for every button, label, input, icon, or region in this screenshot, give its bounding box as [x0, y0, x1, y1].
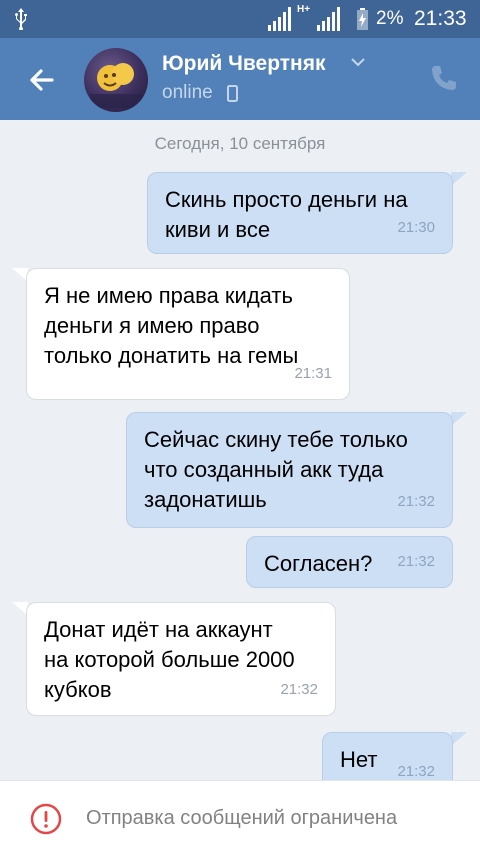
message-time: 21:32 [397, 763, 435, 780]
message-text-line: что созданный акк туда [144, 457, 384, 482]
message-text-line: на которой больше 2000 [44, 647, 295, 672]
back-arrow-icon[interactable] [22, 60, 62, 100]
bubble-tail [451, 412, 467, 426]
phone-call-icon[interactable] [428, 62, 460, 94]
message-time: 21:31 [294, 365, 332, 382]
avatar[interactable] [84, 48, 148, 112]
message-text-line: Сейчас скину тебе только [144, 427, 408, 452]
message-outgoing[interactable]: Скинь просто деньги на киви и все 21:30 [147, 172, 453, 254]
contact-name[interactable]: Юрий Чвертняк [162, 52, 326, 76]
message-time: 21:32 [397, 553, 435, 570]
network-type-label: H+ [297, 4, 311, 15]
signal-strength-icon [317, 7, 340, 31]
message-outgoing[interactable]: Нет 21:32 [322, 732, 453, 780]
message-outgoing[interactable]: Согласен? 21:32 [246, 536, 453, 588]
message-text-line: Я не имею права кидать [44, 283, 293, 308]
mobile-phone-icon [227, 85, 238, 102]
battery-percent: 2% [376, 8, 404, 29]
chevron-down-icon[interactable] [350, 56, 366, 68]
date-separator: Сегодня, 10 сентября [154, 134, 326, 153]
message-text-line: Скинь просто деньги на [165, 187, 408, 212]
message-text-line: задонатишь [144, 487, 267, 512]
message-time: 21:32 [397, 493, 435, 510]
signal-strength-icon [268, 7, 291, 31]
chat-header: Юрий Чвертняк online [0, 38, 480, 120]
warning-circle-icon [30, 803, 62, 835]
battery-charging-icon [357, 8, 368, 30]
bubble-tail [451, 732, 467, 746]
message-text-line: киви и все [165, 217, 271, 242]
status-bar: H+ 2% 21:33 [0, 0, 480, 38]
message-text-line: только донатить на гемы [44, 343, 299, 368]
message-text-line: Донат идёт на аккаунт [44, 617, 273, 642]
message-time: 21:30 [397, 219, 435, 236]
contact-online-status: online [162, 82, 213, 103]
restriction-text: Отправка сообщений ограничена [86, 807, 398, 829]
message-incoming[interactable]: Я не имею права кидать деньги я имею пра… [26, 268, 350, 400]
bubble-tail [451, 172, 467, 186]
message-outgoing[interactable]: Сейчас скину тебе только что созданный а… [126, 412, 453, 528]
message-text-line: кубков [44, 677, 112, 702]
message-list[interactable]: Сегодня, 10 сентября Скинь просто деньги… [0, 120, 480, 780]
message-restriction-bar: Отправка сообщений ограничена [0, 780, 480, 854]
status-time: 21:33 [414, 7, 467, 30]
avatar-image [90, 63, 142, 108]
message-incoming[interactable]: Донат идёт на аккаунт на которой больше … [26, 602, 336, 716]
message-time: 21:32 [280, 681, 318, 698]
usb-icon [15, 8, 27, 30]
message-text-line: деньги я имею право [44, 313, 260, 338]
